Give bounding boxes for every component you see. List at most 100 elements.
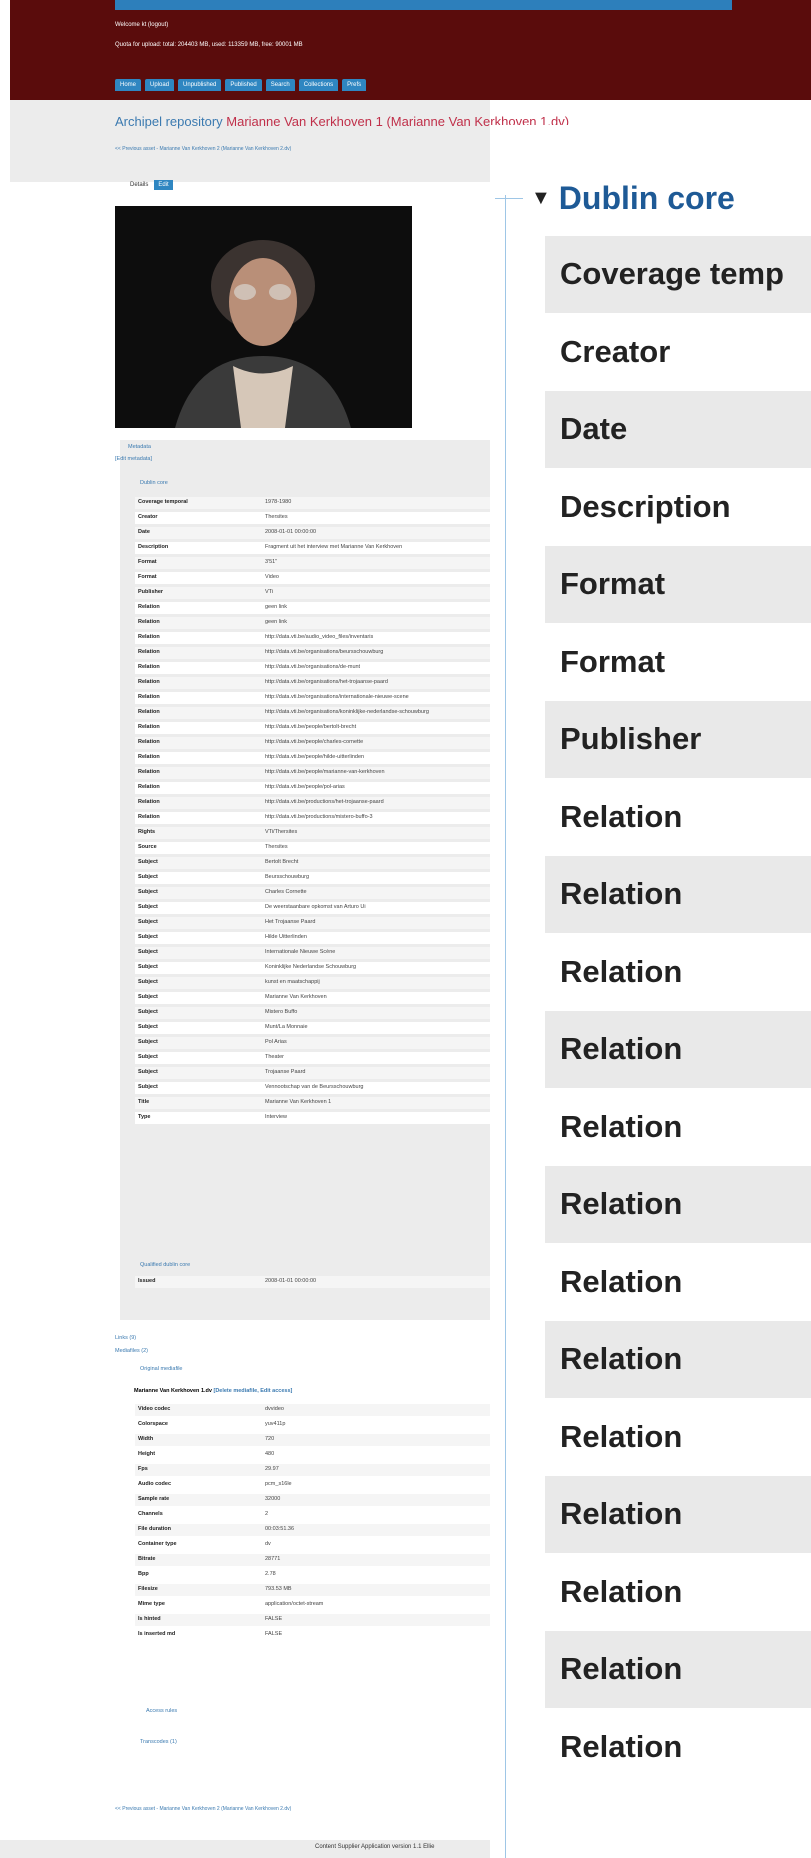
video-frame-image [115, 206, 412, 428]
zoom-dublin-core-heading[interactable]: ▼ Dublin core [495, 180, 735, 217]
table-row: Subject Koninklijke Nederlandse Schouwbur… [135, 962, 490, 974]
row-key: Relation [138, 604, 160, 610]
mediafile-actions-link[interactable]: [Delete mediafile, Edit access] [213, 1388, 292, 1394]
table-row: Subject Munt/La Monnaie [135, 1022, 490, 1034]
row-key: Publisher [138, 589, 164, 595]
row-key: Audio codec [138, 1481, 172, 1487]
table-row: Subject Charles Cornette [135, 887, 490, 899]
row-key: Subject [138, 934, 158, 940]
previous-asset-link-bottom[interactable]: << Previous asset - Marianne Van Kerkhov… [115, 1806, 291, 1812]
zoom-row-key: Relation [560, 1263, 683, 1299]
nav-collections[interactable]: Collections [298, 79, 339, 91]
footer-app-version: Content Supplier Application version 1.1… [315, 1844, 435, 1850]
table-row: Relation http://data.vti.be/organisations… [135, 692, 490, 704]
zoom-table-row: Relation [545, 1475, 811, 1553]
table-row: Is inserted md FALSE [135, 1629, 490, 1641]
zoom-tree-line [505, 195, 506, 1858]
qualified-dublin-core-toggle[interactable]: Qualified dublin core [140, 1262, 190, 1268]
zoom-table-row: Format [545, 545, 811, 623]
transcodes-toggle[interactable]: Transcodes (1) [140, 1739, 177, 1745]
nav-published[interactable]: Published [225, 79, 262, 91]
row-key: Relation [138, 694, 160, 700]
row-key: Relation [138, 754, 160, 760]
zoom-table-row: Relation [545, 1320, 811, 1398]
zoom-table-row: Relation [545, 1010, 811, 1088]
zoom-table-row: Description [545, 467, 811, 546]
original-mediafile-toggle[interactable]: Original mediafile [140, 1366, 183, 1372]
table-row: Width 720 [135, 1434, 490, 1446]
row-value: Mistero Buffo [265, 1009, 298, 1015]
page: Welcome kt (logout) Quota for upload: to… [0, 0, 811, 1858]
table-row: Mime type application/octet-stream [135, 1599, 490, 1611]
nav-prefs[interactable]: Prefs [342, 79, 367, 91]
row-value: Beursschouwburg [265, 874, 310, 880]
row-key: Date [138, 529, 150, 535]
row-value: http://data.vti.be/people/charles-cornet… [265, 739, 364, 745]
row-value: Theater [265, 1054, 284, 1060]
breadcrumb-repo-link[interactable]: Archipel repository [115, 114, 223, 129]
row-value: 720 [265, 1436, 275, 1442]
footer: Content Supplier Application version 1.1… [0, 1840, 490, 1858]
previous-asset-link[interactable]: << Previous asset - Marianne Van Kerkhov… [115, 146, 291, 152]
row-key: Subject [138, 919, 158, 925]
row-key: Subject [138, 1039, 158, 1045]
table-row: Description Fragment uit het interview me… [135, 542, 490, 554]
row-key: Relation [138, 784, 160, 790]
row-value: 2008-01-01 00:00:00 [265, 529, 317, 535]
row-value: dv [265, 1541, 271, 1547]
row-value: FALSE [265, 1616, 283, 1622]
zoom-row-key: Relation [560, 1496, 683, 1531]
table-row: Container type dv [135, 1539, 490, 1551]
edit-metadata-link[interactable]: [Edit metadata] [115, 456, 152, 462]
row-value: Vennootschap van de Beursschouwburg [265, 1084, 364, 1090]
row-key: Issued [138, 1278, 156, 1284]
row-key: Title [138, 1099, 150, 1105]
nav-home[interactable]: Home [115, 79, 142, 91]
video-preview[interactable] [115, 206, 412, 428]
zoom-row-key: Relation [560, 1186, 683, 1221]
main-nav: Home Upload Unpublished Published Search… [115, 79, 367, 91]
zoom-row-key: Relation [560, 1573, 683, 1609]
table-row: Colorspace yuv411p [135, 1419, 490, 1431]
zoom-table-row: Relation [545, 932, 811, 1011]
row-value: http://data.vti.be/audio_video_files/inv… [265, 634, 374, 640]
zoom-table-row: Relation [545, 1397, 811, 1476]
row-key: Bpp [138, 1571, 149, 1577]
zoom-table-row: Relation [545, 1165, 811, 1243]
table-row: Subject De weerstaanbare opkomst van Artu… [135, 902, 490, 914]
row-key: Channels [138, 1511, 163, 1517]
row-value: 00:03:51.36 [265, 1526, 295, 1532]
table-row: Subject Trojaanse Paard [135, 1067, 490, 1079]
tab-details[interactable]: Details [130, 182, 148, 188]
zoom-row-key: Relation [560, 1418, 683, 1454]
metadata-toggle[interactable]: Metadata [128, 444, 151, 450]
table-row: Bitrate 28771 [135, 1554, 490, 1566]
row-value: kunst en maatschappij [265, 979, 320, 985]
nav-unpublished[interactable]: Unpublished [178, 79, 222, 91]
table-row: Height 480 [135, 1449, 490, 1461]
row-key: File duration [138, 1526, 171, 1532]
row-value: http://data.vti.be/people/bertolt-brecht [265, 724, 357, 730]
zoomed-dublin-core-panel: ▼ Dublin core Coverage temp Creator Date De… [490, 125, 811, 1858]
table-row: Relation http://data.vti.be/people/pol-ar… [135, 782, 490, 794]
nav-upload[interactable]: Upload [145, 79, 175, 91]
table-row: Relation http://data.vti.be/organisations… [135, 662, 490, 674]
dublin-core-toggle[interactable]: Dublin core [140, 480, 168, 486]
mediafiles-toggle[interactable]: Mediafiles (2) [115, 1348, 148, 1354]
mediafile-name-label: Marianne Van Kerkhoven 1.dv [134, 1388, 212, 1394]
tab-edit[interactable]: Edit [154, 180, 173, 190]
welcome-text[interactable]: Welcome kt (logout) [115, 22, 168, 28]
row-value: 1978-1980 [265, 499, 292, 505]
zoom-row-key: Relation [560, 798, 683, 834]
row-value: Munt/La Monnaie [265, 1024, 308, 1030]
row-value: 480 [265, 1451, 275, 1457]
table-row: Relation http://data.vti.be/productions/m… [135, 812, 490, 824]
row-value: Fragment uit het interview met Marianne … [265, 544, 403, 550]
table-row: Relation http://data.vti.be/people/charle… [135, 737, 490, 749]
row-value: geen link [265, 604, 288, 610]
links-toggle[interactable]: Links (9) [115, 1335, 136, 1341]
row-key: Subject [138, 874, 158, 880]
nav-search[interactable]: Search [265, 79, 295, 91]
tab-bar: Details Edit [130, 180, 173, 190]
access-rules-toggle[interactable]: Access rules [146, 1708, 177, 1714]
